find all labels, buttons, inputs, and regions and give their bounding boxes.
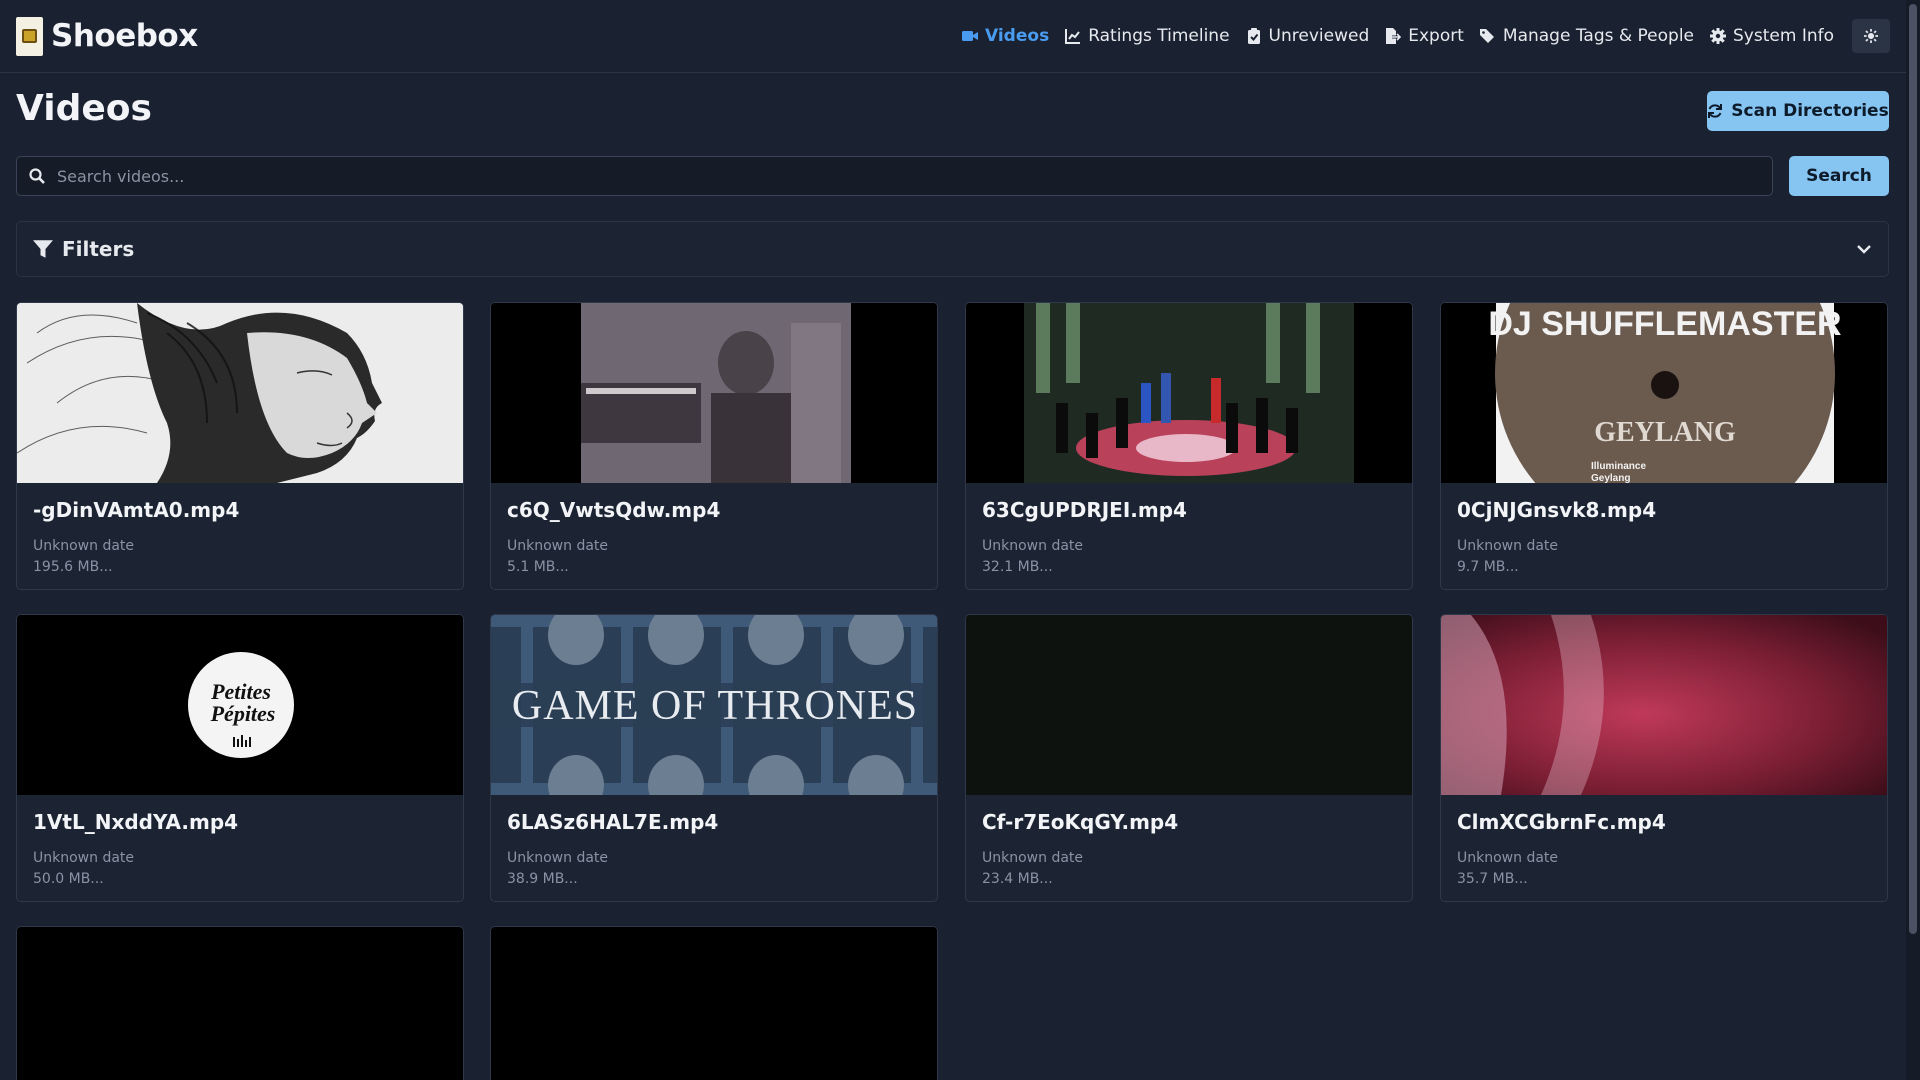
nav-item-system-info[interactable]: System Info	[1710, 26, 1834, 46]
video-size: 38.9 MB...	[507, 871, 578, 887]
video-card[interactable]	[16, 926, 464, 1080]
video-date: Unknown date	[982, 538, 1084, 554]
search-box	[16, 156, 1773, 196]
video-camera-icon	[962, 31, 978, 41]
show-title: GAME OF THRONES	[512, 683, 918, 729]
navbar: Shoebox Videos Ratings Timeline Unreview…	[0, 0, 1906, 73]
video-thumbnail	[966, 303, 1412, 483]
video-card[interactable]	[490, 926, 938, 1080]
video-title: Cf-r7EoKqGY.mp4	[982, 810, 1179, 834]
page-title: Videos	[16, 88, 152, 129]
video-title: -gDinVAmtA0.mp4	[33, 498, 240, 522]
video-thumbnail	[17, 303, 463, 483]
nav-item-export[interactable]: Export	[1385, 26, 1464, 46]
video-size: 23.4 MB...	[982, 871, 1053, 887]
video-date: Unknown date	[507, 850, 609, 866]
video-title: 6LASz6HAL7E.mp4	[507, 810, 719, 834]
nav-label: Unreviewed	[1268, 26, 1370, 46]
video-date: Unknown date	[982, 850, 1084, 866]
video-size: 9.7 MB...	[1457, 559, 1519, 575]
line-chart-icon	[1065, 29, 1081, 44]
scan-directories-button[interactable]: Scan Directories	[1707, 91, 1889, 131]
video-thumbnail	[1441, 615, 1887, 795]
nav-item-videos[interactable]: Videos	[962, 26, 1049, 46]
video-thumbnail: DJ SHUFFLEMASTER GEYLANG Illuminance Gey…	[1441, 303, 1887, 483]
video-size: 35.7 MB...	[1457, 871, 1528, 887]
sync-icon	[1708, 104, 1723, 118]
video-date: Unknown date	[1457, 538, 1559, 554]
video-card[interactable]: DJ SHUFFLEMASTER GEYLANG Illuminance Gey…	[1440, 302, 1888, 590]
video-card[interactable]: c6Q_VwtsQdw.mp4 Unknown date 5.1 MB...	[490, 302, 938, 590]
search-icon	[29, 168, 45, 184]
filter-icon	[33, 240, 53, 258]
nav-label: System Info	[1733, 26, 1834, 46]
video-date: Unknown date	[1457, 850, 1559, 866]
video-card[interactable]: -gDinVAmtA0.mp4 Unknown date 195.6 MB...	[16, 302, 464, 590]
nav-label: Videos	[985, 26, 1050, 46]
gear-icon	[1710, 28, 1727, 44]
video-size: 5.1 MB...	[507, 559, 569, 575]
video-thumbnail: Petites Pépites	[17, 615, 463, 795]
video-thumbnail	[491, 927, 937, 1080]
brand[interactable]: Shoebox	[16, 16, 198, 56]
video-title: ClmXCGbrnFc.mp4	[1457, 810, 1666, 834]
scan-label: Scan Directories	[1731, 101, 1889, 121]
theme-toggle-button[interactable]	[1852, 19, 1890, 53]
shoebox-logo-icon	[16, 16, 43, 56]
search-input[interactable]	[57, 166, 1760, 186]
video-title: c6Q_VwtsQdw.mp4	[507, 498, 721, 522]
video-card[interactable]: GAME OF THRONES 6LASz6HAL7E.mp4 Unknown …	[490, 614, 938, 902]
chevron-down-icon[interactable]	[1856, 241, 1872, 257]
video-date: Unknown date	[33, 538, 135, 554]
brand-name: Shoebox	[51, 18, 198, 54]
record-track-2: Geylang	[1591, 473, 1630, 483]
filters-title: Filters	[33, 237, 134, 261]
clipboard-check-icon	[1247, 28, 1260, 44]
file-export-icon	[1386, 28, 1402, 44]
nav-links: Videos Ratings Timeline Unreviewed Expor…	[962, 26, 1834, 46]
video-date: Unknown date	[507, 538, 609, 554]
logo-text-2: Pépites	[210, 701, 276, 726]
video-card[interactable]: Petites Pépites 1VtL_NxddYA.mp4 Unknown …	[16, 614, 464, 902]
video-thumbnail: GAME OF THRONES	[491, 615, 937, 795]
record-track-1: Illuminance	[1591, 461, 1646, 472]
filters-panel[interactable]: Filters	[16, 221, 1889, 277]
video-title: 63CgUPDRJEI.mp4	[982, 498, 1187, 522]
video-date: Unknown date	[33, 850, 135, 866]
video-title: 0CjNJGnsvk8.mp4	[1457, 498, 1657, 522]
video-size: 50.0 MB...	[33, 871, 104, 887]
nav-item-unreviewed[interactable]: Unreviewed	[1246, 26, 1370, 46]
nav-label: Ratings Timeline	[1088, 26, 1230, 46]
search-button[interactable]: Search	[1789, 156, 1889, 196]
video-thumbnail	[17, 927, 463, 1080]
nav-label: Manage Tags & People	[1502, 26, 1695, 46]
filters-label: Filters	[62, 237, 135, 261]
video-thumbnail	[491, 303, 937, 483]
video-card[interactable]: 63CgUPDRJEI.mp4 Unknown date 32.1 MB...	[965, 302, 1413, 590]
sun-icon	[1864, 29, 1878, 43]
nav-item-ratings-timeline[interactable]: Ratings Timeline	[1065, 26, 1230, 46]
scrollbar-thumb[interactable]	[1909, 4, 1917, 934]
video-card[interactable]: ClmXCGbrnFc.mp4 Unknown date 35.7 MB...	[1440, 614, 1888, 902]
video-size: 195.6 MB...	[33, 559, 113, 575]
video-card[interactable]: Cf-r7EoKqGY.mp4 Unknown date 23.4 MB...	[965, 614, 1413, 902]
tags-icon	[1479, 29, 1494, 43]
video-title: 1VtL_NxddYA.mp4	[33, 810, 239, 834]
nav-label: Export	[1408, 26, 1464, 46]
video-size: 32.1 MB...	[982, 559, 1053, 575]
video-thumbnail	[966, 615, 1412, 795]
record-label: DJ SHUFFLEMASTER	[1488, 305, 1841, 343]
nav-item-manage-tags[interactable]: Manage Tags & People	[1479, 26, 1695, 46]
page-scrollbar[interactable]	[1906, 0, 1920, 1080]
record-title: GEYLANG	[1594, 417, 1736, 448]
